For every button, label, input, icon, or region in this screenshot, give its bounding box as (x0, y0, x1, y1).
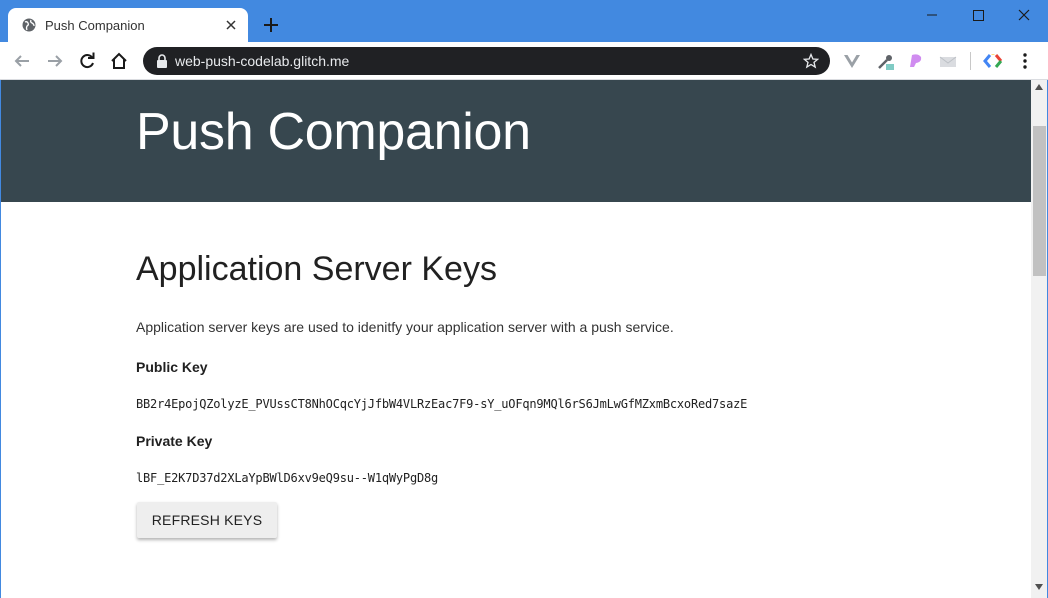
private-key-value[interactable]: lBF_E2K7D37d2XLaYpBWlD6xv9eQ9su--W1qWyPg… (136, 471, 438, 485)
minimize-icon[interactable] (910, 6, 954, 26)
public-key-label: Public Key (136, 359, 208, 375)
color-extension-icon[interactable] (906, 51, 926, 71)
tab-title: Push Companion (45, 18, 145, 33)
browser-toolbar: web-push-codelab.glitch.me (0, 42, 1048, 80)
scroll-down-arrow-icon[interactable] (1035, 584, 1043, 590)
back-arrow-icon[interactable] (12, 51, 32, 71)
lock-icon (157, 54, 167, 68)
scrollbar-thumb[interactable] (1033, 126, 1046, 276)
section-description: Application server keys are used to iden… (136, 319, 674, 335)
private-key-label: Private Key (136, 433, 213, 449)
new-tab-icon[interactable] (262, 16, 280, 34)
vertical-scrollbar[interactable] (1031, 80, 1048, 598)
page-title: Push Companion (136, 103, 531, 161)
address-bar[interactable]: web-push-codelab.glitch.me (143, 47, 830, 75)
browser-tab[interactable]: Push Companion (8, 8, 248, 42)
home-icon[interactable] (109, 51, 129, 71)
chrome-devtools-extension-icon[interactable] (983, 51, 1003, 71)
refresh-keys-button[interactable]: REFRESH KEYS (137, 502, 277, 538)
close-tab-icon[interactable] (223, 17, 239, 33)
mail-extension-icon[interactable] (938, 51, 958, 71)
page-header: Push Companion (1, 80, 1031, 202)
close-window-icon[interactable] (1002, 6, 1046, 26)
browser-titlebar: Push Companion (0, 0, 1048, 42)
section-title: Application Server Keys (136, 250, 497, 288)
vue-devtools-extension-icon[interactable] (842, 51, 862, 71)
forward-arrow-icon[interactable] (45, 51, 65, 71)
eyedropper-extension-icon[interactable] (876, 51, 896, 71)
maximize-icon[interactable] (956, 6, 1000, 26)
menu-kebab-icon[interactable] (1015, 51, 1035, 71)
toolbar-separator (970, 52, 971, 70)
public-key-value[interactable]: BB2r4EpojQZolyzE_PVUssCT8NhOCqcYjJfbW4VL… (136, 397, 747, 411)
scroll-up-arrow-icon[interactable] (1035, 84, 1043, 90)
url-text[interactable]: web-push-codelab.glitch.me (175, 53, 349, 69)
bookmark-star-icon[interactable] (803, 53, 819, 69)
page-viewport: Push Companion Application Server Keys A… (0, 80, 1031, 598)
globe-icon (22, 18, 36, 32)
reload-icon[interactable] (77, 51, 97, 71)
